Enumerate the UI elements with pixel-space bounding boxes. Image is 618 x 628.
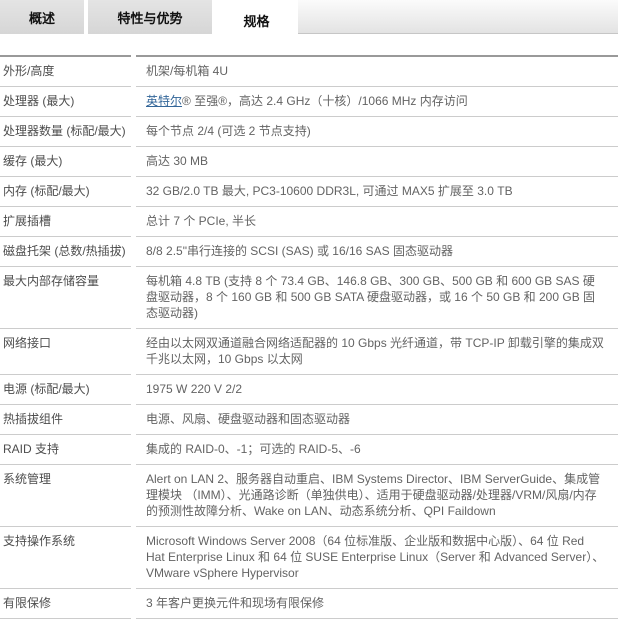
spec-label: 电源 (标配/最大) <box>0 375 131 405</box>
spec-label: 支持操作系统 <box>0 527 131 589</box>
spec-row: 支持操作系统 Microsoft Windows Server 2008（64 … <box>0 527 618 589</box>
spec-row: 有限保修 3 年客户更换元件和现场有限保修 <box>0 589 618 619</box>
spec-label: 磁盘托架 (总数/热插拔) <box>0 237 131 267</box>
spec-label: 处理器数量 (标配/最大) <box>0 117 131 147</box>
spec-row: 系统管理 Alert on LAN 2、服务器自动重启、IBM Systems … <box>0 465 618 527</box>
spec-label: 处理器 (最大) <box>0 87 131 117</box>
spec-value: 高达 30 MB <box>136 147 618 177</box>
tab-bar: 概述 特性与优势 规格 <box>0 0 618 34</box>
spec-label: 系统管理 <box>0 465 131 527</box>
spec-value: 总计 7 个 PCIe, 半长 <box>136 207 618 237</box>
spec-row: 磁盘托架 (总数/热插拔) 8/8 2.5"串行连接的 SCSI (SAS) 或… <box>0 237 618 267</box>
spec-value: 每机箱 4.8 TB (支持 8 个 73.4 GB、146.8 GB、300 … <box>136 267 618 329</box>
spec-row: 内存 (标配/最大) 32 GB/2.0 TB 最大, PC3-10600 DD… <box>0 177 618 207</box>
spec-row: 外形/高度 机架/每机箱 4U <box>0 55 618 87</box>
spec-label: 外形/高度 <box>0 55 131 87</box>
spec-value: 32 GB/2.0 TB 最大, PC3-10600 DDR3L, 可通过 MA… <box>136 177 618 207</box>
spec-value: 1975 W 220 V 2/2 <box>136 375 618 405</box>
tab-overview[interactable]: 概述 <box>0 0 84 34</box>
spec-row: 缓存 (最大) 高达 30 MB <box>0 147 618 177</box>
spec-row: RAID 支持 集成的 RAID-0、-1；可选的 RAID-5、-6 <box>0 435 618 465</box>
spec-value: 8/8 2.5"串行连接的 SCSI (SAS) 或 16/16 SAS 固态驱… <box>136 237 618 267</box>
tab-specifications[interactable]: 规格 <box>215 0 298 40</box>
spec-row: 处理器 (最大) 英特尔® 至强®，高达 2.4 GHz（十核）/1066 MH… <box>0 87 618 117</box>
spec-value: 电源、风扇、硬盘驱动器和固态驱动器 <box>136 405 618 435</box>
spec-value: 每个节点 2/4 (可选 2 节点支持) <box>136 117 618 147</box>
spec-label: 热插拔组件 <box>0 405 131 435</box>
spec-table: 外形/高度 机架/每机箱 4U 处理器 (最大) 英特尔® 至强®，高达 2.4… <box>0 55 618 619</box>
spec-row: 电源 (标配/最大) 1975 W 220 V 2/2 <box>0 375 618 405</box>
spec-row: 热插拔组件 电源、风扇、硬盘驱动器和固态驱动器 <box>0 405 618 435</box>
tab-features-benefits[interactable]: 特性与优势 <box>88 0 212 34</box>
spec-row: 最大内部存储容量 每机箱 4.8 TB (支持 8 个 73.4 GB、146.… <box>0 267 618 329</box>
spec-row: 处理器数量 (标配/最大) 每个节点 2/4 (可选 2 节点支持) <box>0 117 618 147</box>
spec-label: 有限保修 <box>0 589 131 619</box>
spec-label: RAID 支持 <box>0 435 131 465</box>
spec-value: 经由以太网双通道融合网络适配器的 10 Gbps 光纤通道，带 TCP-IP 卸… <box>136 329 618 375</box>
spec-row: 扩展插槽 总计 7 个 PCIe, 半长 <box>0 207 618 237</box>
tab-bar-filler <box>298 0 618 34</box>
spec-value: 3 年客户更换元件和现场有限保修 <box>136 589 618 619</box>
spec-value: 英特尔® 至强®，高达 2.4 GHz（十核）/1066 MHz 内存访问 <box>136 87 618 117</box>
spec-value: 机架/每机箱 4U <box>136 55 618 87</box>
spec-label: 最大内部存储容量 <box>0 267 131 329</box>
spec-value: Alert on LAN 2、服务器自动重启、IBM Systems Direc… <box>136 465 618 527</box>
spec-label: 扩展插槽 <box>0 207 131 237</box>
spec-label: 内存 (标配/最大) <box>0 177 131 207</box>
intel-link[interactable]: 英特尔 <box>146 94 182 108</box>
spec-row: 网络接口 经由以太网双通道融合网络适配器的 10 Gbps 光纤通道，带 TCP… <box>0 329 618 375</box>
spec-label: 缓存 (最大) <box>0 147 131 177</box>
spec-value: 集成的 RAID-0、-1；可选的 RAID-5、-6 <box>136 435 618 465</box>
spec-value: Microsoft Windows Server 2008（64 位标准版、企业… <box>136 527 618 589</box>
spec-label: 网络接口 <box>0 329 131 375</box>
